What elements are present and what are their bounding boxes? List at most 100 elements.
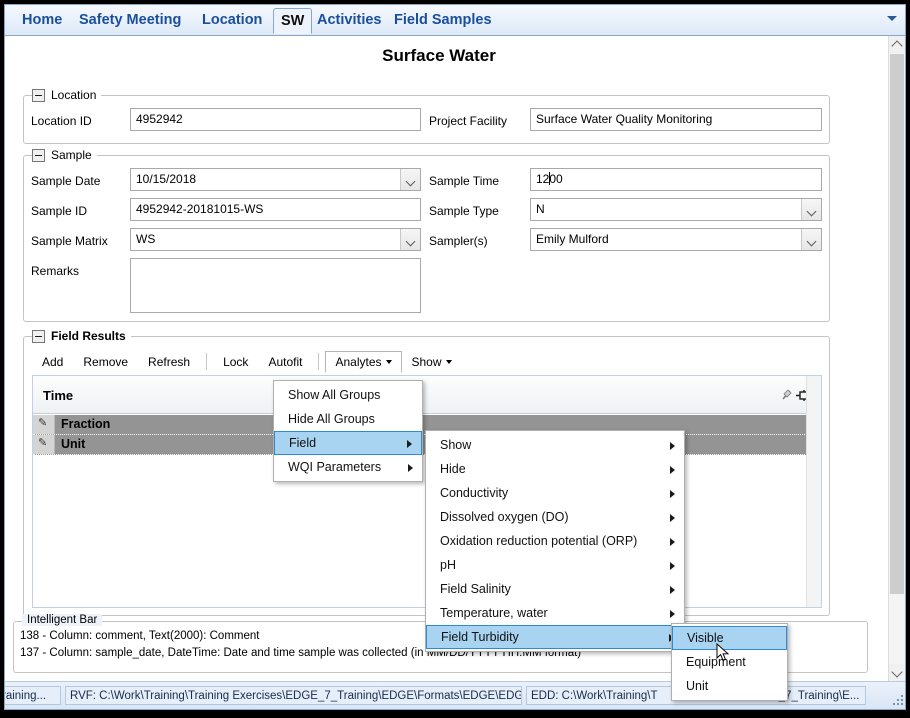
menu-label: Show: [440, 438, 472, 452]
sample-id-input[interactable]: 4952942-20181015-WS: [130, 198, 421, 221]
autofit-button[interactable]: Autofit: [258, 351, 312, 373]
field-results-collapse-icon[interactable]: [32, 329, 45, 343]
sample-type-label: Sample Type: [429, 204, 499, 218]
application-window: Home Safety Meeting Location SW Activiti…: [4, 4, 906, 710]
sample-matrix-value: WS: [136, 232, 156, 246]
intelligent-bar-title: Intelligent Bar: [22, 614, 103, 626]
resize-grip-icon[interactable]: [889, 691, 903, 705]
field-results-group-header: Field Results: [32, 328, 131, 344]
samplers-value: Emily Mulford: [536, 232, 609, 246]
menu-label: Unit: [686, 679, 709, 693]
analytes-label: Analytes: [335, 354, 382, 369]
menu-item-hide-all-groups[interactable]: Hide All Groups: [274, 407, 422, 431]
sample-date-input[interactable]: 10/15/2018: [130, 168, 421, 191]
samplers-label: Sampler(s): [429, 234, 488, 248]
menu-label: Visible: [687, 631, 724, 645]
grid-column-header-time: Time: [43, 388, 74, 403]
submenu-arrow-icon: [670, 442, 675, 450]
project-facility-label: Project Facility: [429, 114, 508, 128]
scroll-down-arrow-icon[interactable]: [889, 664, 905, 681]
row-label-fraction: Fraction: [61, 417, 111, 431]
menu-item-dissolved-oxygen[interactable]: Dissolved oxygen (DO): [426, 505, 684, 529]
analytes-menu-button[interactable]: Analytes: [325, 350, 402, 373]
menu-label: Show All Groups: [288, 388, 381, 402]
sample-type-value: N: [536, 202, 545, 216]
sample-type-chevron-down-icon[interactable]: [801, 199, 821, 220]
field-results-group-title: Field Results: [51, 329, 126, 343]
sample-group-title: Sample: [51, 148, 92, 162]
grid-header-row: Time: [33, 376, 821, 414]
menu-item-visible[interactable]: Visible: [672, 626, 787, 650]
tab-field-samples[interactable]: Field Samples: [387, 8, 499, 34]
add-button[interactable]: Add: [32, 351, 73, 373]
row-edit-icon: [33, 415, 55, 434]
sample-time-input[interactable]: 1200: [530, 168, 822, 191]
submenu-arrow-icon: [670, 514, 675, 522]
submenu-arrow-icon: [670, 562, 675, 570]
menu-item-field-salinity[interactable]: Field Salinity: [426, 577, 684, 601]
tab-location[interactable]: Location: [195, 8, 269, 34]
field-turbidity-submenu[interactable]: Visible Equipment Unit: [671, 623, 788, 701]
row-label-unit: Unit: [61, 437, 86, 451]
menu-label: Equipment: [686, 655, 746, 669]
sample-collapse-icon[interactable]: [32, 148, 45, 162]
menu-item-field[interactable]: Field: [274, 431, 422, 455]
analytes-dropdown-menu[interactable]: Show All Groups Hide All Groups Field WQ…: [273, 380, 423, 482]
sample-matrix-input[interactable]: WS: [130, 228, 421, 251]
submenu-arrow-icon: [670, 586, 675, 594]
menu-item-hide[interactable]: Hide: [426, 457, 684, 481]
tab-home[interactable]: Home: [15, 8, 69, 34]
menu-item-show-all-groups[interactable]: Show All Groups: [274, 383, 422, 407]
show-menu-button[interactable]: Show: [402, 351, 462, 373]
menu-item-field-turbidity[interactable]: Field Turbidity: [426, 625, 684, 649]
project-facility-input[interactable]: Surface Water Quality Monitoring: [530, 108, 822, 131]
tab-safety-meeting[interactable]: Safety Meeting: [72, 8, 188, 34]
toolbar-separator-2: [318, 353, 320, 370]
menu-item-orp[interactable]: Oxidation reduction potential (ORP): [426, 529, 684, 553]
refresh-button[interactable]: Refresh: [138, 351, 200, 373]
status-cell-training[interactable]: raining...: [5, 686, 61, 705]
menu-item-wqi-parameters[interactable]: WQI Parameters: [274, 455, 422, 479]
menu-item-ph[interactable]: pH: [426, 553, 684, 577]
menu-item-unit[interactable]: Unit: [672, 674, 787, 698]
location-id-input[interactable]: 4952942: [130, 108, 421, 131]
menu-item-conductivity[interactable]: Conductivity: [426, 481, 684, 505]
grid-vertical-scrollbar[interactable]: [806, 376, 821, 607]
menu-item-temperature-water[interactable]: Temperature, water: [426, 601, 684, 625]
samplers-chevron-down-icon[interactable]: [801, 229, 821, 250]
field-submenu[interactable]: Show Hide Conductivity Dissolved oxygen …: [425, 430, 685, 652]
menu-label: Dissolved oxygen (DO): [440, 510, 569, 524]
page-title: Surface Water: [382, 46, 496, 65]
sample-time-label: Sample Time: [429, 174, 500, 188]
scroll-up-arrow-icon[interactable]: [889, 36, 905, 53]
menu-label: Oxidation reduction potential (ORP): [440, 534, 638, 548]
menu-item-show[interactable]: Show: [426, 433, 684, 457]
remove-button[interactable]: Remove: [73, 351, 138, 373]
scrollbar-thumb[interactable]: [890, 54, 904, 594]
location-collapse-icon[interactable]: [32, 88, 45, 102]
menu-label: WQI Parameters: [288, 460, 382, 474]
lock-button[interactable]: Lock: [213, 351, 258, 373]
row-edit-icon: [33, 435, 55, 454]
location-group-header: Location: [32, 87, 102, 103]
remarks-input[interactable]: [130, 258, 421, 313]
samplers-input[interactable]: Emily Mulford: [530, 228, 822, 251]
status-cell-rvf-path[interactable]: RVF: C:\Work\Training\Training Exercises…: [65, 686, 522, 705]
sample-time-suffix: 00: [549, 172, 563, 186]
submenu-arrow-icon: [670, 610, 675, 618]
tab-strip: Home Safety Meeting Location SW Activiti…: [5, 5, 905, 36]
sample-date-label: Sample Date: [31, 174, 101, 188]
menu-item-equipment[interactable]: Equipment: [672, 650, 787, 674]
tab-sw[interactable]: SW: [273, 8, 313, 34]
menu-label: Conductivity: [440, 486, 509, 500]
sample-matrix-chevron-down-icon[interactable]: [400, 229, 420, 250]
tab-activities[interactable]: Activities: [310, 8, 388, 34]
show-label: Show: [411, 354, 442, 369]
sample-date-chevron-down-icon[interactable]: [400, 169, 420, 190]
toolbar-separator: [206, 353, 208, 370]
analytes-chevron-down-icon: [385, 359, 392, 364]
page-vertical-scrollbar[interactable]: [888, 36, 905, 681]
sample-type-input[interactable]: N: [530, 198, 822, 221]
tab-overflow-chevron-down-icon[interactable]: [887, 16, 897, 21]
menu-label: Hide: [440, 462, 466, 476]
